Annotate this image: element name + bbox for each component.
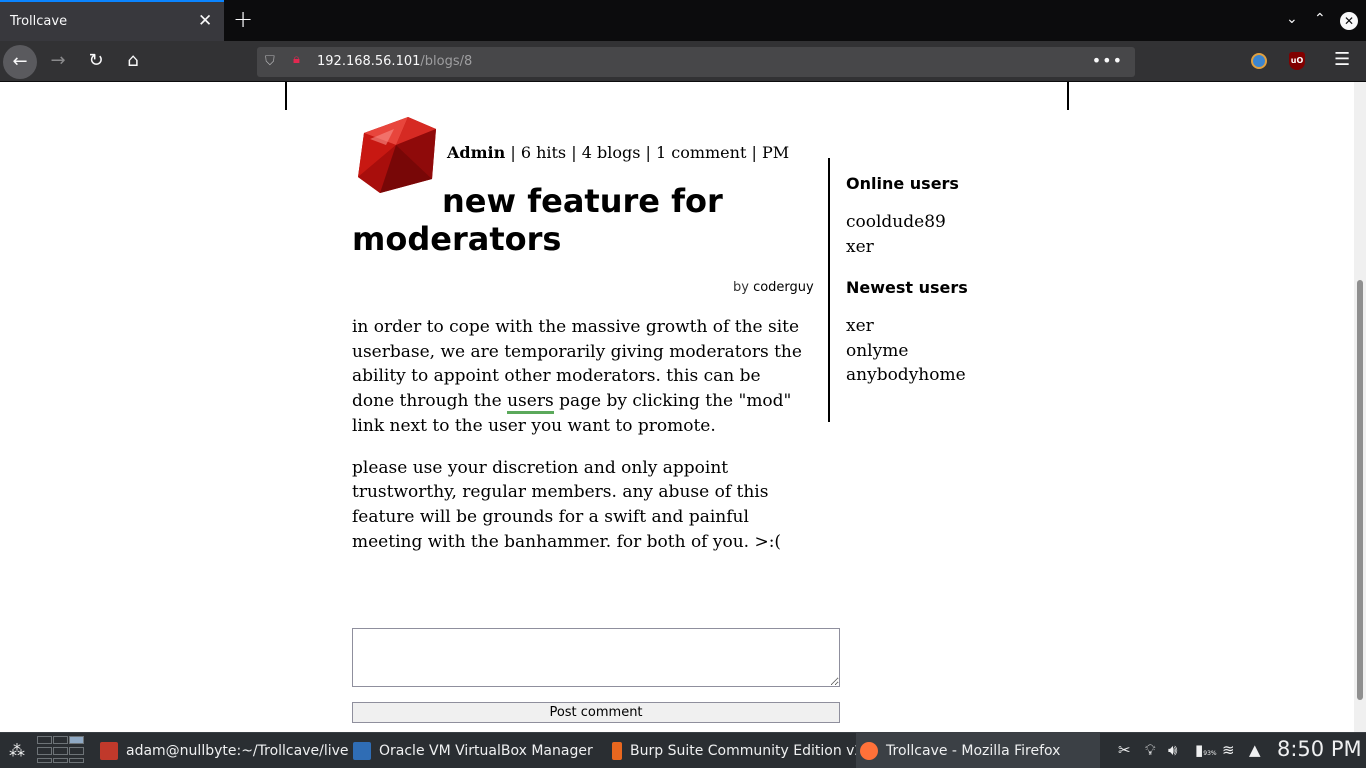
newest-users-list: xer onlyme anybodyhome bbox=[846, 314, 966, 388]
online-users-list: cooldude89 xer bbox=[846, 210, 946, 259]
post-body: in order to cope with the massive growth… bbox=[352, 315, 802, 571]
task-label: Trollcave - Mozilla Firefox bbox=[886, 743, 1061, 759]
newest-user-link[interactable]: onlyme bbox=[846, 339, 966, 364]
extension-icon[interactable] bbox=[1251, 53, 1267, 69]
byline-prefix: by bbox=[733, 280, 754, 295]
forward-button[interactable]: → bbox=[43, 46, 73, 76]
post-stats: | 6 hits | 4 blogs | 1 comment | PM bbox=[505, 143, 790, 162]
tab-trollcave[interactable]: Trollcave ✕ bbox=[0, 0, 224, 41]
newest-users-heading: Newest users bbox=[846, 278, 968, 297]
newest-user-link[interactable]: xer bbox=[846, 314, 966, 339]
clock[interactable]: 8:50 PM bbox=[1277, 737, 1362, 761]
task-burp-suite[interactable]: Burp Suite Community Edition v2... bbox=[612, 733, 877, 768]
new-tab-button[interactable]: + bbox=[233, 5, 253, 33]
header-divider-right bbox=[1067, 82, 1069, 110]
page-content: Admin | 6 hits | 4 blogs | 1 comment | P… bbox=[0, 82, 1354, 732]
terminal-icon bbox=[100, 742, 118, 760]
tray-expand-icon[interactable]: ▲ bbox=[1249, 741, 1261, 759]
post-comment-button[interactable]: Post comment bbox=[352, 702, 840, 723]
online-users-heading: Online users bbox=[846, 174, 959, 193]
tracking-shield-icon[interactable]: ⛉ bbox=[265, 54, 275, 69]
tab-strip: Trollcave ✕ + ⌄ ⌃ ✕ bbox=[0, 0, 1366, 41]
author-badge[interactable]: Admin bbox=[447, 143, 505, 162]
ublock-origin-icon[interactable]: uO bbox=[1289, 52, 1305, 70]
post-title: new feature for moderators bbox=[352, 182, 723, 258]
page-scrollbar[interactable] bbox=[1354, 82, 1366, 732]
volume-icon[interactable]: 🔊︎ bbox=[1168, 741, 1177, 759]
online-user-link[interactable]: cooldude89 bbox=[846, 210, 946, 235]
navigation-toolbar: ← → ↻ ⌂ ⛉ 🔒︎ 192.168.56.101/blogs/8 ••• … bbox=[0, 41, 1366, 82]
tab-close-icon[interactable]: ✕ bbox=[198, 11, 212, 31]
address-bar[interactable]: ⛉ 🔒︎ 192.168.56.101/blogs/8 ••• bbox=[257, 47, 1135, 77]
virtual-desktop-pager[interactable] bbox=[37, 736, 87, 764]
battery-icon[interactable]: ▮93% bbox=[1195, 741, 1217, 759]
task-firefox[interactable]: Trollcave - Mozilla Firefox bbox=[856, 733, 1100, 768]
online-user-link[interactable]: xer bbox=[846, 235, 946, 260]
url-text[interactable]: 192.168.56.101/blogs/8 bbox=[317, 54, 472, 69]
hamburger-menu-icon[interactable]: ☰ bbox=[1334, 49, 1350, 70]
window-close-icon[interactable]: ✕ bbox=[1340, 12, 1358, 30]
app-launcher-icon[interactable]: ⁂ bbox=[9, 741, 25, 760]
post-paragraph: please use your discretion and only appo… bbox=[352, 457, 782, 552]
burp-suite-icon bbox=[612, 742, 622, 760]
task-terminal[interactable]: adam@nullbyte:~/Trollcave/live bbox=[100, 733, 349, 768]
chevron-up-icon[interactable]: ⌃ bbox=[1314, 11, 1326, 27]
wifi-icon[interactable]: ≋ bbox=[1222, 741, 1235, 759]
lightbulb-icon[interactable]: 💡︎ bbox=[1145, 741, 1156, 759]
scissors-icon[interactable]: ✂ bbox=[1118, 741, 1131, 759]
task-label: adam@nullbyte:~/Trollcave/live bbox=[126, 743, 349, 759]
url-path: /blogs/8 bbox=[420, 54, 473, 69]
firefox-icon bbox=[860, 742, 878, 760]
page-actions-menu-icon[interactable]: ••• bbox=[1092, 51, 1123, 70]
task-label: Burp Suite Community Edition v2... bbox=[630, 743, 877, 759]
comment-textarea[interactable] bbox=[352, 628, 840, 687]
system-taskbar: ⁂ adam@nullbyte:~/Trollcave/live Oracle … bbox=[0, 732, 1366, 768]
author-link[interactable]: coderguy bbox=[753, 280, 814, 295]
scrollbar-thumb[interactable] bbox=[1357, 280, 1363, 700]
task-virtualbox[interactable]: Oracle VM VirtualBox Manager bbox=[353, 733, 593, 768]
header-divider-left bbox=[285, 82, 287, 110]
newest-user-link[interactable]: anybodyhome bbox=[846, 363, 966, 388]
task-label: Oracle VM VirtualBox Manager bbox=[379, 743, 593, 759]
chevron-down-icon[interactable]: ⌄ bbox=[1286, 11, 1298, 27]
reload-button[interactable]: ↻ bbox=[81, 46, 111, 76]
battery-percent: 93% bbox=[1203, 750, 1217, 757]
tab-title: Trollcave bbox=[10, 14, 68, 29]
url-host: 192.168.56.101 bbox=[317, 54, 421, 69]
back-button[interactable]: ← bbox=[3, 45, 37, 79]
home-button[interactable]: ⌂ bbox=[118, 46, 148, 76]
post-meta: Admin | 6 hits | 4 blogs | 1 comment | P… bbox=[447, 143, 789, 162]
sidebar-divider bbox=[828, 158, 830, 422]
post-paragraph: in order to cope with the massive growth… bbox=[352, 315, 802, 439]
insecure-lock-icon[interactable]: 🔒︎ bbox=[293, 52, 300, 67]
post-byline: by coderguy bbox=[733, 280, 814, 295]
users-link[interactable]: users bbox=[507, 391, 554, 415]
virtualbox-icon bbox=[353, 742, 371, 760]
